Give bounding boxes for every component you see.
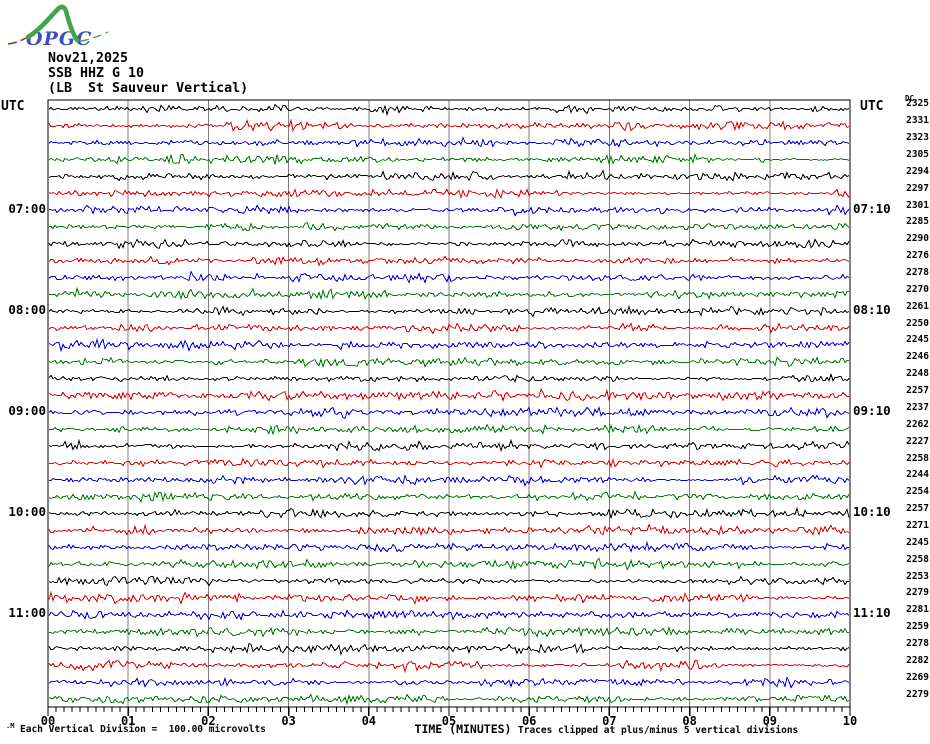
x-tick-label: 05: [441, 714, 457, 728]
dc-value: 2270: [906, 283, 929, 295]
dc-value: 2294: [906, 165, 929, 177]
dc-value: 2281: [906, 604, 929, 616]
dc-value: 2246: [906, 351, 929, 363]
hour-label-left: 09:00: [8, 402, 46, 418]
dc-value: 2244: [906, 469, 929, 481]
corner-mark: .M: [6, 722, 15, 730]
dc-value: 2269: [906, 671, 929, 683]
dc-value: 2257: [906, 385, 929, 397]
dc-value: 2271: [906, 519, 929, 531]
x-tick-label: 03: [281, 714, 296, 728]
dc-value: 2323: [906, 132, 929, 144]
dc-value: 2282: [906, 654, 929, 666]
dc-value: 2258: [906, 452, 929, 464]
dc-value: 2301: [906, 199, 929, 211]
dc-value: 2325: [906, 98, 929, 110]
dc-value: 2245: [906, 536, 929, 548]
dc-value: 2278: [906, 267, 929, 279]
hour-label-left: 10:00: [8, 504, 46, 520]
dc-value: 2257: [906, 503, 929, 515]
dc-value: 2290: [906, 233, 929, 245]
x-tick-label: 00: [40, 714, 56, 728]
dc-value: 2227: [906, 435, 929, 447]
dc-value: 2261: [906, 300, 929, 312]
hour-label-left: 07:00: [8, 200, 46, 216]
hour-label-left: 11:00: [8, 605, 46, 621]
x-tick-label: 02: [201, 714, 216, 728]
x-tick-label: 07: [602, 714, 617, 728]
dc-value: 2259: [906, 621, 929, 633]
dc-value: 2248: [906, 368, 929, 380]
hour-label-right: 10:10: [853, 504, 891, 520]
x-tick-label: 06: [521, 714, 537, 728]
dc-value: 2279: [906, 587, 929, 599]
dc-value: 2305: [906, 149, 929, 160]
dc-value: 2262: [906, 418, 929, 430]
dc-value: 2276: [906, 250, 929, 262]
dc-value: 2331: [906, 115, 929, 127]
hour-label-right: 08:10: [853, 301, 891, 317]
x-tick-label: 08: [682, 714, 697, 728]
x-tick-label: 10: [842, 714, 858, 728]
x-tick-label: 04: [361, 714, 377, 728]
x-tick-label: 09: [762, 714, 778, 728]
hour-label-right: 11:10: [853, 605, 891, 621]
helicorder-screenshot: OPGC Nov21,2025 SSB HHZ G 10 (LB St Sauv…: [0, 0, 930, 744]
dc-value: 2254: [906, 486, 929, 498]
dc-value: 2253: [906, 570, 929, 582]
x-tick-label: 01: [120, 714, 136, 728]
dc-value: 2278: [906, 637, 929, 649]
dc-value: 2237: [906, 401, 929, 413]
dc-value: 2285: [906, 216, 929, 228]
hour-label-right: 09:10: [853, 402, 891, 418]
dc-value: 2258: [906, 553, 929, 565]
dc-value: 2297: [906, 182, 929, 194]
dc-value: 2279: [906, 688, 929, 700]
dc-value: 2250: [906, 317, 929, 329]
dc-value: 2245: [906, 334, 929, 346]
seismogram-plot: [47, 99, 851, 716]
hour-label-right: 07:10: [853, 200, 891, 216]
hour-label-left: 08:00: [8, 301, 46, 317]
